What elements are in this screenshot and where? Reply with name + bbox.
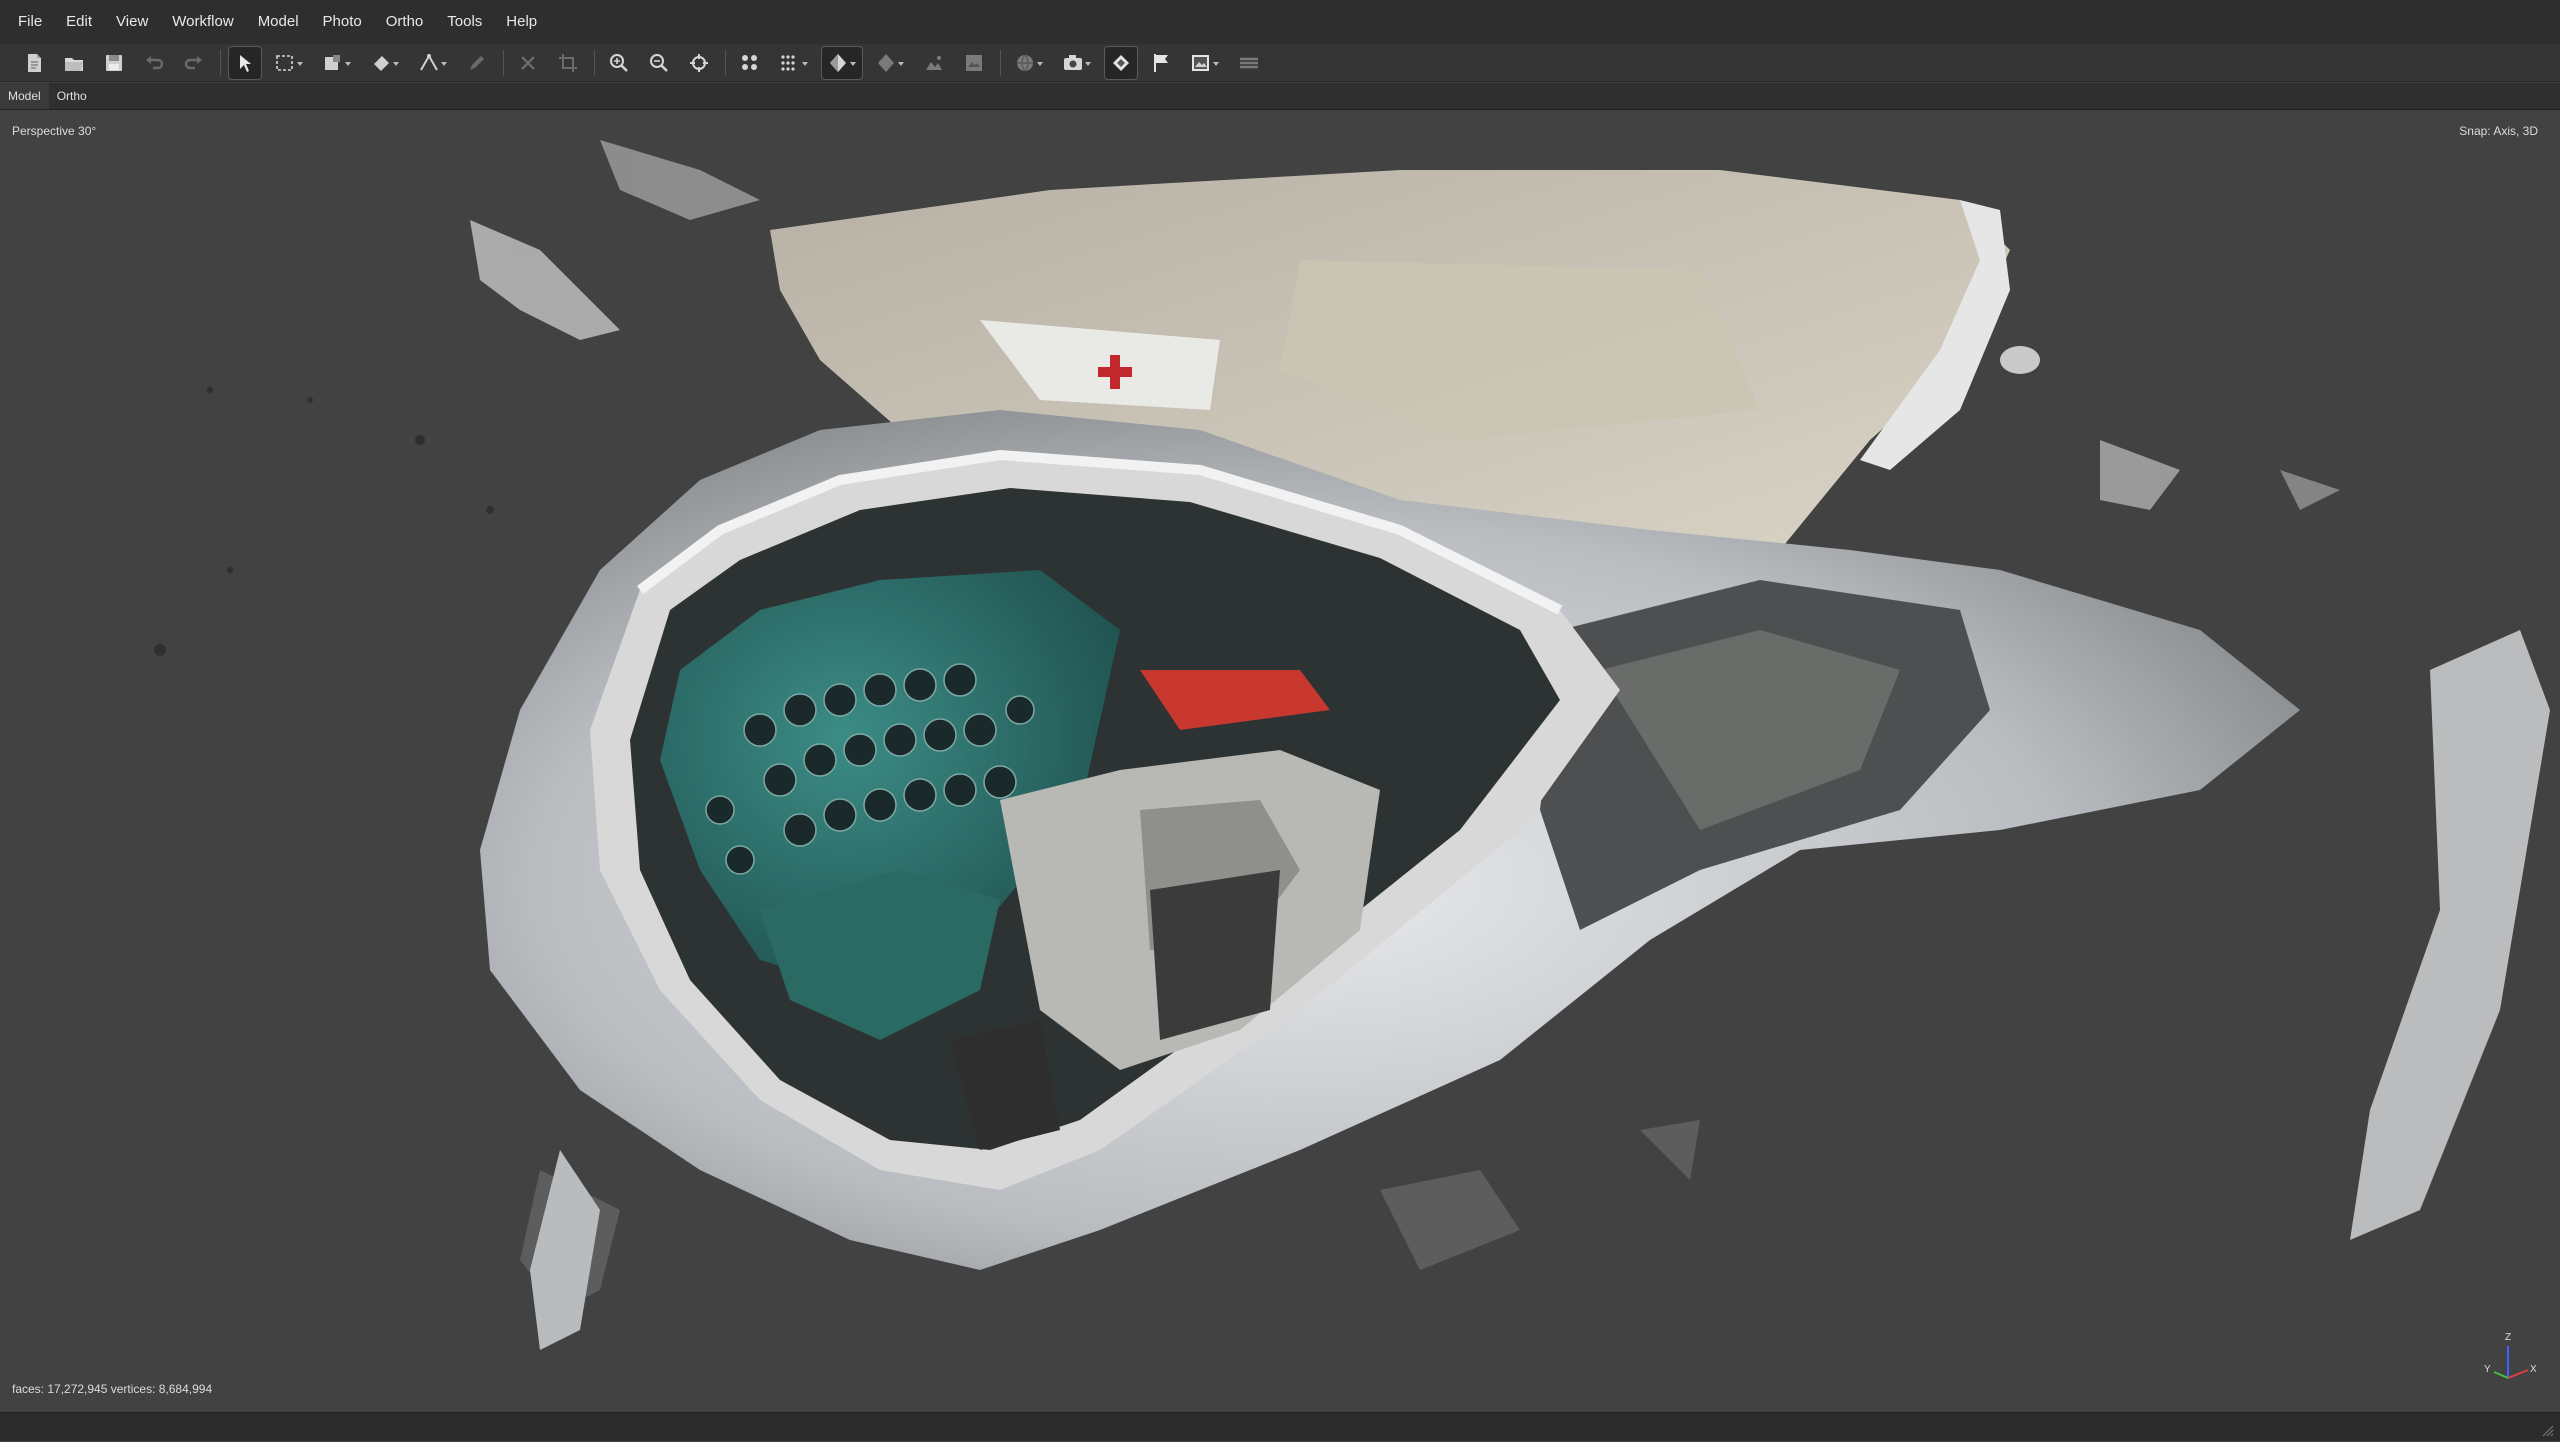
toolbar-separator: [725, 49, 726, 76]
menu-photo[interactable]: Photo: [311, 0, 374, 44]
undo-icon[interactable]: [138, 47, 170, 79]
menu-help[interactable]: Help: [494, 0, 549, 44]
rotate-object-icon[interactable]: [365, 47, 405, 79]
redo-icon[interactable]: [178, 47, 210, 79]
rectangle-selection-icon[interactable]: [269, 47, 309, 79]
draw-tool-icon[interactable]: [461, 47, 493, 79]
menu-ortho[interactable]: Ortho: [374, 0, 436, 44]
crop-selection-icon[interactable]: [552, 47, 584, 79]
toolbar-separator: [1000, 49, 1001, 76]
ruler-icon[interactable]: [413, 47, 453, 79]
cockpit-3d-model[interactable]: [0, 110, 2560, 1412]
menu-workflow[interactable]: Workflow: [160, 0, 245, 44]
model-viewport[interactable]: Perspective 30° Snap: Axis, 3D Z X Y fac…: [0, 110, 2560, 1412]
tab-ortho[interactable]: Ortho: [49, 83, 95, 109]
view-tabs: Model Ortho: [0, 83, 2560, 110]
delete-selection-icon[interactable]: [512, 47, 544, 79]
menu-view[interactable]: View: [104, 0, 160, 44]
menu-model[interactable]: Model: [246, 0, 311, 44]
model-stats-label: faces: 17,272,945 vertices: 8,684,994: [12, 1382, 213, 1396]
axis-x-label: X: [2530, 1364, 2537, 1375]
resize-region-icon[interactable]: [317, 47, 357, 79]
menu-file[interactable]: File: [0, 0, 54, 44]
save-icon[interactable]: [98, 47, 130, 79]
new-document-icon[interactable]: [18, 47, 50, 79]
camera-icon[interactable]: [1057, 47, 1097, 79]
axis-y-label: Y: [2484, 1364, 2491, 1375]
tab-model[interactable]: Model: [0, 83, 49, 109]
open-folder-icon[interactable]: [58, 47, 90, 79]
point-cloud-icon[interactable]: [734, 47, 766, 79]
zoom-in-icon[interactable]: [603, 47, 635, 79]
dem-icon[interactable]: [918, 47, 950, 79]
show-images-icon[interactable]: [1185, 47, 1225, 79]
status-bar: [0, 1412, 2560, 1441]
show-layers-icon[interactable]: [1233, 47, 1265, 79]
show-flags-icon[interactable]: [1145, 47, 1177, 79]
tiled-model-icon[interactable]: [870, 47, 910, 79]
zoom-out-icon[interactable]: [643, 47, 675, 79]
orthomosaic-icon[interactable]: [958, 47, 990, 79]
menu-bar: File Edit View Workflow Model Photo Orth…: [0, 0, 2560, 45]
reset-view-icon[interactable]: [683, 47, 715, 79]
menu-tools[interactable]: Tools: [435, 0, 494, 44]
resize-grip-icon[interactable]: [2540, 1423, 2554, 1437]
dense-cloud-icon[interactable]: [774, 47, 814, 79]
show-markers-icon[interactable]: [1104, 45, 1138, 80]
toolbar: [0, 44, 2560, 82]
toolbar-separator: [220, 49, 221, 76]
toolbar-separator: [503, 49, 504, 76]
model-shaded-icon[interactable]: [821, 45, 863, 80]
globe-icon[interactable]: [1009, 47, 1049, 79]
axis-gizmo[interactable]: Z X Y: [2480, 1332, 2540, 1392]
toolbar-separator: [594, 49, 595, 76]
navigation-cursor-icon[interactable]: [228, 45, 262, 80]
menu-edit[interactable]: Edit: [54, 0, 104, 44]
axis-z-label: Z: [2505, 1332, 2512, 1343]
